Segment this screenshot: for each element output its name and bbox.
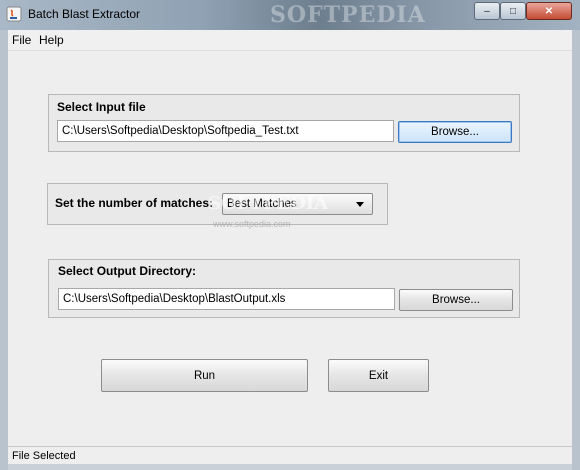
menu-file[interactable]: File	[12, 33, 31, 47]
softpedia-watermark: SOFTPEDIA	[208, 193, 329, 214]
window-title: Batch Blast Extractor	[28, 7, 141, 21]
input-browse-button[interactable]: Browse...	[398, 121, 512, 143]
window-frame-left	[0, 30, 8, 470]
minimize-button[interactable]: –	[474, 2, 500, 20]
maximize-button[interactable]: □	[500, 2, 526, 20]
title-watermark: SOFTPEDIA	[270, 2, 426, 28]
client-area: File Help Select Input file C:\Users\Sof…	[8, 30, 572, 464]
output-browse-button[interactable]: Browse...	[399, 289, 513, 311]
run-button[interactable]: Run	[101, 359, 308, 392]
softpedia-url-watermark: www.softpedia.com	[213, 219, 291, 229]
status-bar: File Selected	[8, 446, 572, 465]
input-file-panel: Select Input file C:\Users\Softpedia\Des…	[48, 94, 520, 152]
maximize-icon: □	[509, 5, 517, 17]
input-file-heading: Select Input file	[57, 100, 146, 114]
menu-help[interactable]: Help	[39, 33, 64, 47]
window-frame-right	[572, 30, 580, 470]
minimize-icon: –	[484, 5, 490, 17]
matches-heading: Set the number of matches:	[55, 196, 214, 210]
close-button[interactable]: ✕	[526, 2, 572, 20]
status-text: File Selected	[12, 450, 76, 462]
output-dir-panel: Select Output Directory: C:\Users\Softpe…	[48, 259, 520, 318]
close-icon: ✕	[544, 5, 554, 17]
input-file-field[interactable]: C:\Users\Softpedia\Desktop\Softpedia_Tes…	[57, 120, 394, 142]
title-bar: Batch Blast Extractor SOFTPEDIA – □ ✕	[0, 0, 580, 30]
output-dir-field[interactable]: C:\Users\Softpedia\Desktop\BlastOutput.x…	[58, 288, 395, 310]
java-app-icon	[6, 6, 22, 22]
menu-bar: File Help	[8, 30, 572, 51]
exit-button[interactable]: Exit	[328, 359, 429, 392]
output-dir-heading: Select Output Directory:	[58, 264, 197, 278]
chevron-down-icon	[356, 202, 364, 207]
